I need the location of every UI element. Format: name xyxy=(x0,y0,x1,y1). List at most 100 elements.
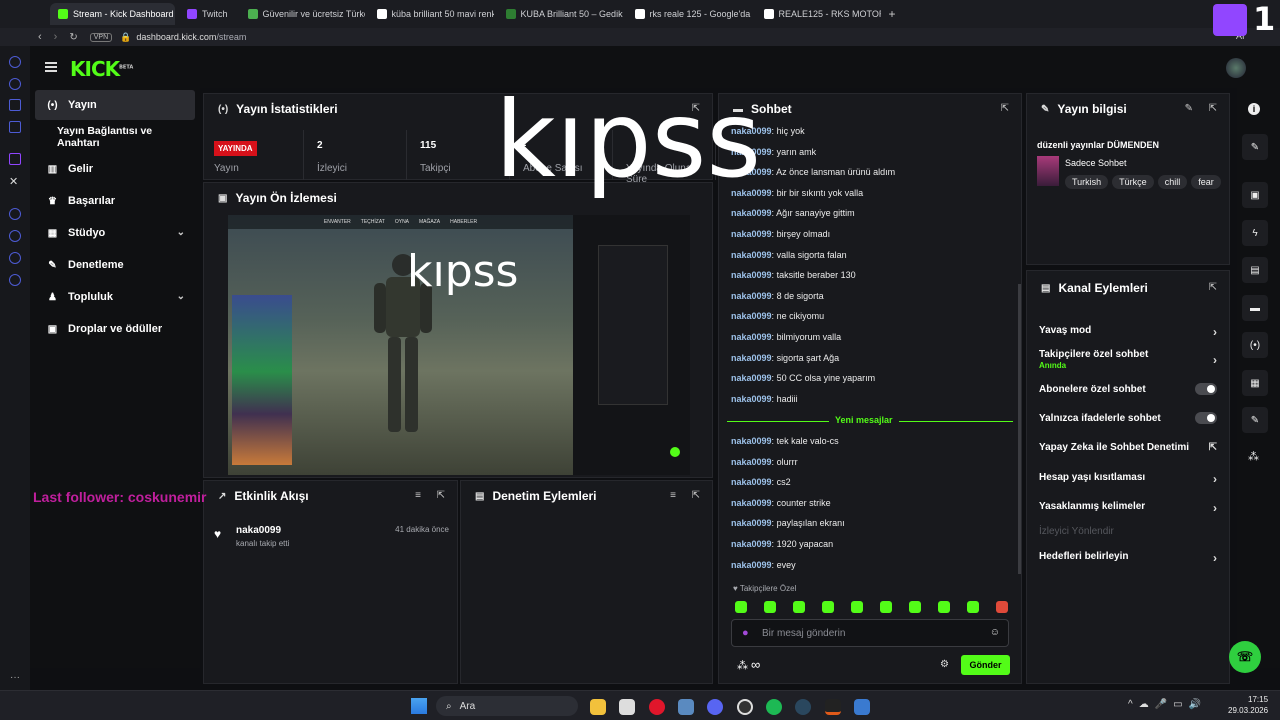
chat-username[interactable]: naka0099 xyxy=(731,291,772,301)
stream-tag[interactable]: Turkish xyxy=(1065,175,1109,189)
emote-icon[interactable] xyxy=(909,601,921,613)
menu-icon[interactable] xyxy=(45,62,57,72)
sidebar-app-icon[interactable] xyxy=(9,121,21,133)
chat-username[interactable]: naka0099 xyxy=(731,332,772,342)
stream-tag[interactable]: chill xyxy=(1157,175,1188,189)
chat-scrollbar[interactable] xyxy=(1018,284,1021,574)
channel-action-row[interactable]: Hedefleri belirleyin › xyxy=(1039,551,1217,565)
app-icon[interactable] xyxy=(678,699,694,715)
history-icon[interactable] xyxy=(9,230,21,242)
toggle-switch[interactable] xyxy=(1195,412,1217,424)
tray-icons[interactable]: ^☁🎤▭🔊 xyxy=(1128,699,1207,710)
bolt-rail-button[interactable]: ϟ xyxy=(1242,220,1268,246)
popout-icon[interactable]: ⇱ xyxy=(1001,103,1009,114)
chat-username[interactable]: naka0099 xyxy=(731,373,772,383)
app-icon[interactable] xyxy=(854,699,870,715)
emoji-icon[interactable]: ☺ xyxy=(990,627,1000,638)
channel-action-row[interactable]: Takipçilere özel sohbet Anında › xyxy=(1039,349,1217,370)
toggle-switch[interactable] xyxy=(1195,383,1217,395)
filter-icon[interactable]: ≡ xyxy=(415,490,421,501)
app-icon[interactable] xyxy=(825,699,841,715)
discord-icon[interactable] xyxy=(707,699,723,715)
sidebar-app-icon[interactable] xyxy=(9,56,21,68)
vpn-badge[interactable]: VPN xyxy=(89,32,113,42)
browser-tab[interactable]: REALE125 - RKS MOTOR xyxy=(756,3,881,25)
nav-item[interactable]: (•) Yayın xyxy=(35,90,195,120)
emote-icon[interactable] xyxy=(793,601,805,613)
channel-action-row[interactable]: Yasaklanmış kelimeler › xyxy=(1039,501,1217,515)
nav-item[interactable]: ▦ Stüdyo ⌄ xyxy=(35,218,195,248)
taskbar-search[interactable]: ⌕ Ara xyxy=(436,696,578,716)
kick-logo[interactable]: KICKBETA xyxy=(70,57,133,81)
chat-rail-button[interactable]: ▬ xyxy=(1242,295,1268,321)
capture-rail-button[interactable]: ▣ xyxy=(1242,182,1268,208)
channel-action-row[interactable]: Yapay Zeka ile Sohbet Denetimi ⇱ xyxy=(1039,442,1217,453)
category-name[interactable]: Sadece Sohbet xyxy=(1065,158,1127,168)
chat-username[interactable]: naka0099 xyxy=(731,229,772,239)
emote-icon[interactable] xyxy=(967,601,979,613)
emote-icon[interactable] xyxy=(996,601,1008,613)
chat-username[interactable]: naka0099 xyxy=(731,539,772,549)
rail-more-icon[interactable]: ⁂ xyxy=(1248,450,1259,463)
chat-username[interactable]: naka0099 xyxy=(731,477,772,487)
nav-item[interactable]: ▣ Droplar ve ödüller xyxy=(35,314,195,344)
popout-icon[interactable]: ⇱ xyxy=(1209,103,1217,114)
popout-icon[interactable]: ⇱ xyxy=(437,490,445,501)
browser-tab[interactable]: Stream - Kick Dashboard xyxy=(50,3,175,25)
chat-username[interactable]: naka0099 xyxy=(731,353,772,363)
emote-icon[interactable] xyxy=(880,601,892,613)
twitch-sidebar-icon[interactable] xyxy=(9,153,21,165)
chat-extra-icon[interactable]: ⁂ xyxy=(737,659,748,672)
nav-item[interactable]: ▥ Gelir xyxy=(35,154,195,184)
reload-icon[interactable]: ↻ xyxy=(69,32,77,43)
channel-action-row[interactable]: Yavaş mod › xyxy=(1039,325,1217,339)
chat-username[interactable]: naka0099 xyxy=(731,457,772,467)
chat-username[interactable]: naka0099 xyxy=(731,394,772,404)
chat-username[interactable]: naka0099 xyxy=(731,208,772,218)
settings-icon[interactable] xyxy=(9,274,21,286)
support-button[interactable]: ☏ xyxy=(1229,641,1261,673)
edit-rail-button[interactable]: ✎ xyxy=(1242,134,1268,160)
wrench-rail-button[interactable]: ✎ xyxy=(1242,407,1268,433)
channel-action-row[interactable]: Hesap yaşı kısıtlaması › xyxy=(1039,472,1217,486)
channel-action-row[interactable]: Yalnızca ifadelerle sohbet xyxy=(1039,412,1217,424)
emote-icon[interactable] xyxy=(735,601,747,613)
emote-icon[interactable] xyxy=(764,601,776,613)
more-icon[interactable]: ··· xyxy=(10,672,20,683)
chat-input[interactable]: ● Bir mesaj gönderin ☺ xyxy=(731,619,1009,647)
screen-rail-button[interactable]: ▦ xyxy=(1242,370,1268,396)
file-explorer-icon[interactable] xyxy=(590,699,606,715)
nav-item[interactable]: Yayın Bağlantısı ve Anahtarı xyxy=(35,122,195,152)
chat-username[interactable]: naka0099 xyxy=(731,250,772,260)
stream-tag[interactable]: fear xyxy=(1191,175,1221,189)
broadcast-rail-button[interactable]: (•) xyxy=(1242,332,1268,358)
popout-icon[interactable]: ⇱ xyxy=(692,490,700,501)
sidebar-app-icon[interactable] xyxy=(9,78,21,90)
browser-tab[interactable]: KUBA Brilliant 50 – Gedikli xyxy=(498,3,623,25)
sidebar-app-icon[interactable] xyxy=(9,99,21,111)
edit-icon[interactable]: ✎ xyxy=(1185,103,1193,114)
channel-action-row[interactable]: Abonelere özel sohbet xyxy=(1039,383,1217,395)
steam-icon[interactable] xyxy=(795,699,811,715)
sidebar-app-icon[interactable] xyxy=(9,252,21,264)
chat-username[interactable]: naka0099 xyxy=(731,498,772,508)
send-button[interactable]: Gönder xyxy=(961,655,1010,675)
chat-settings-icon[interactable]: ⚙ xyxy=(940,659,949,670)
opera-icon[interactable] xyxy=(649,699,665,715)
obs-icon[interactable] xyxy=(737,699,753,715)
back-icon[interactable]: ‹ xyxy=(38,31,42,43)
x-sidebar-icon[interactable]: ✕ xyxy=(9,175,21,188)
emote-icon[interactable] xyxy=(938,601,950,613)
browser-tab[interactable]: küba brilliant 50 mavi renk xyxy=(369,3,494,25)
emote-icon[interactable] xyxy=(822,601,834,613)
nav-item[interactable]: ✎ Denetleme xyxy=(35,250,195,280)
browser-tab[interactable]: rks reale 125 - Google'da A xyxy=(627,3,752,25)
popout-icon[interactable]: ⇱ xyxy=(1209,282,1217,293)
url-field[interactable]: dashboard.kick.com/stream xyxy=(136,32,246,42)
stream-tag[interactable]: Türkçe xyxy=(1112,175,1154,189)
info-icon[interactable]: i xyxy=(1248,103,1260,115)
spotify-icon[interactable] xyxy=(766,699,782,715)
infinity-icon[interactable]: ∞ xyxy=(751,657,760,672)
browser-tab[interactable]: Güvenilir ve ücretsiz Türkç xyxy=(240,3,365,25)
forward-icon[interactable]: › xyxy=(54,31,58,43)
